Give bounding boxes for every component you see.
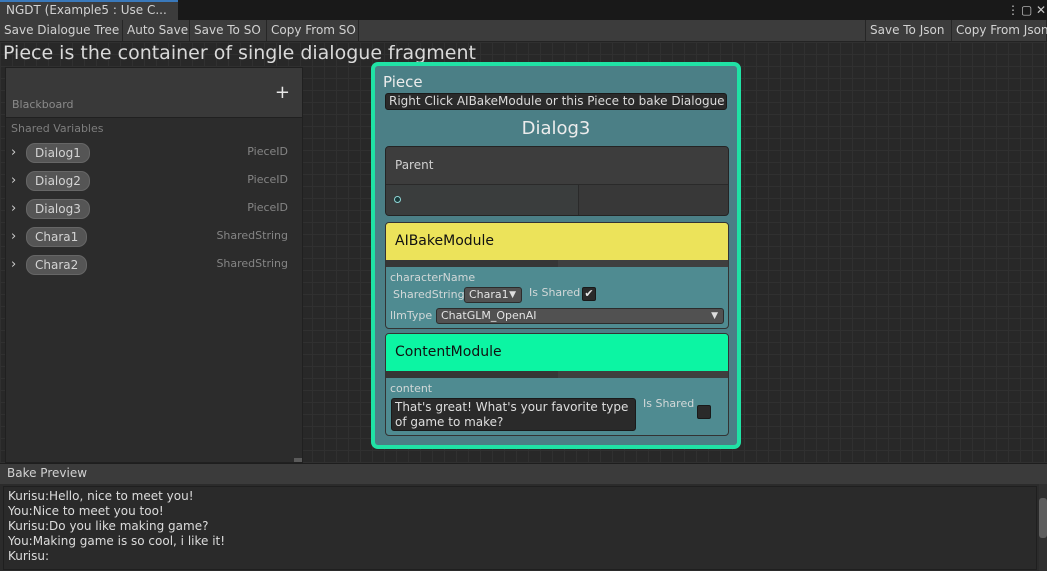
is-shared-label: Is Shared [643,397,695,410]
bake-preview-title: Bake Preview [7,466,88,480]
bake-preview-header: Bake Preview [0,463,1047,484]
maximize-icon[interactable]: ▢ [1021,1,1032,19]
llm-type-value: ChatGLM_OpenAI [441,309,537,322]
preview-line: You:Making game is so cool, i like it! [8,534,226,548]
is-shared-label: Is Shared [529,286,581,299]
save-dialogue-tree-button[interactable]: Save Dialogue Tree [0,20,123,41]
shared-variable-dropdown[interactable]: Chara1 ▼ [464,287,522,303]
shared-variable-value: Chara1 [469,288,509,301]
is-shared-checkbox[interactable]: ✔ [582,287,596,301]
window-tab[interactable]: NGDT (Example5 : Use C... [0,0,178,20]
variable-type: PieceID [247,145,288,158]
chevron-right-icon[interactable]: › [11,201,16,216]
variable-row[interactable]: › Dialog3 PieceID [6,197,302,221]
character-name-label: characterName [390,271,476,284]
chevron-right-icon[interactable]: › [11,145,16,160]
ai-bake-module[interactable]: AIBakeModule characterName SharedString … [385,222,729,329]
parent-port-panel: Parent [385,146,729,216]
module-divider [386,260,728,267]
blackboard-title: Blackboard [12,98,74,111]
blackboard-panel: Blackboard + Shared Variables › Dialog1 … [5,67,303,463]
blackboard-header: Blackboard + [6,68,302,118]
is-shared-checkbox[interactable] [697,405,711,419]
add-variable-icon[interactable]: + [275,82,290,103]
toolbar: Save Dialogue Tree Auto Save Save To SO … [0,20,1047,42]
variable-name-pill[interactable]: Dialog1 [26,143,90,163]
variable-row[interactable]: › Chara2 SharedString [6,253,302,277]
chevron-right-icon[interactable]: › [11,173,16,188]
ai-bake-module-header[interactable]: AIBakeModule [386,223,728,260]
title-bar: NGDT (Example5 : Use C... ⋮ ▢ ✕ [0,0,1047,20]
llm-type-dropdown[interactable]: ChatGLM_OpenAI ▼ [436,308,724,324]
variable-name-pill[interactable]: Chara1 [26,227,88,247]
variable-type: PieceID [247,173,288,186]
piece-label: Piece [383,73,423,91]
preview-line: You:Nice to meet you too! [8,504,164,518]
preview-line: Kurisu:Hello, nice to meet you! [8,489,194,503]
shared-string-label: SharedString [393,288,465,301]
variable-name-pill[interactable]: Chara2 [26,255,88,275]
save-to-json-button[interactable]: Save To Json [865,20,952,41]
variable-row[interactable]: › Chara1 SharedString [6,225,302,249]
copy-from-json-button[interactable]: Copy From Json [952,20,1047,41]
graph-title: Piece is the container of single dialogu… [3,42,476,64]
content-module-header[interactable]: ContentModule [386,334,728,371]
preview-line: Kurisu:Do you like making game? [8,519,209,533]
piece-name: Dialog3 [521,118,591,139]
chevron-right-icon[interactable]: › [11,257,16,272]
parent-header: Parent [386,147,728,185]
variable-row[interactable]: › Dialog2 PieceID [6,169,302,193]
parent-input-area [386,185,579,215]
variable-type: SharedString [216,257,288,270]
content-module[interactable]: ContentModule content That's great! What… [385,333,729,436]
chevron-down-icon: ▼ [711,311,718,321]
bake-preview-panel: Kurisu:Hello, nice to meet you! You:Nice… [0,484,1047,571]
variable-type: PieceID [247,201,288,214]
variable-name-pill[interactable]: Dialog3 [26,199,90,219]
variable-name-pill[interactable]: Dialog2 [26,171,90,191]
content-label: content [390,382,433,395]
save-to-so-button[interactable]: Save To SO [190,20,267,41]
auto-save-button[interactable]: Auto Save [123,20,190,41]
shared-variables-label: Shared Variables [11,122,104,135]
input-port-icon[interactable] [394,196,401,203]
bake-preview-textarea[interactable]: Kurisu:Hello, nice to meet you! You:Nice… [3,486,1037,570]
variable-type: SharedString [216,229,288,242]
piece-hint-field[interactable]: Right Click AIBakeModule or this Piece t… [385,93,727,110]
module-divider [386,371,728,378]
preview-scrollbar[interactable] [1039,484,1047,571]
parent-label: Parent [395,158,434,172]
preview-line: Kurisu: [8,549,50,563]
copy-from-so-button[interactable]: Copy From SO [267,20,359,41]
kebab-menu-icon[interactable]: ⋮ [1007,1,1019,19]
piece-node[interactable]: Piece Right Click AIBakeModule or this P… [371,62,741,449]
preview-scrollbar-thumb[interactable] [1039,498,1047,538]
blackboard-scrollbar[interactable] [294,458,302,462]
chevron-right-icon[interactable]: › [11,229,16,244]
llm-type-label: llmType [390,309,433,322]
content-textarea[interactable]: That's great! What's your favorite type … [391,398,636,431]
chevron-down-icon: ▼ [509,290,516,300]
close-icon[interactable]: ✕ [1036,1,1046,19]
variable-row[interactable]: › Dialog1 PieceID [6,141,302,165]
